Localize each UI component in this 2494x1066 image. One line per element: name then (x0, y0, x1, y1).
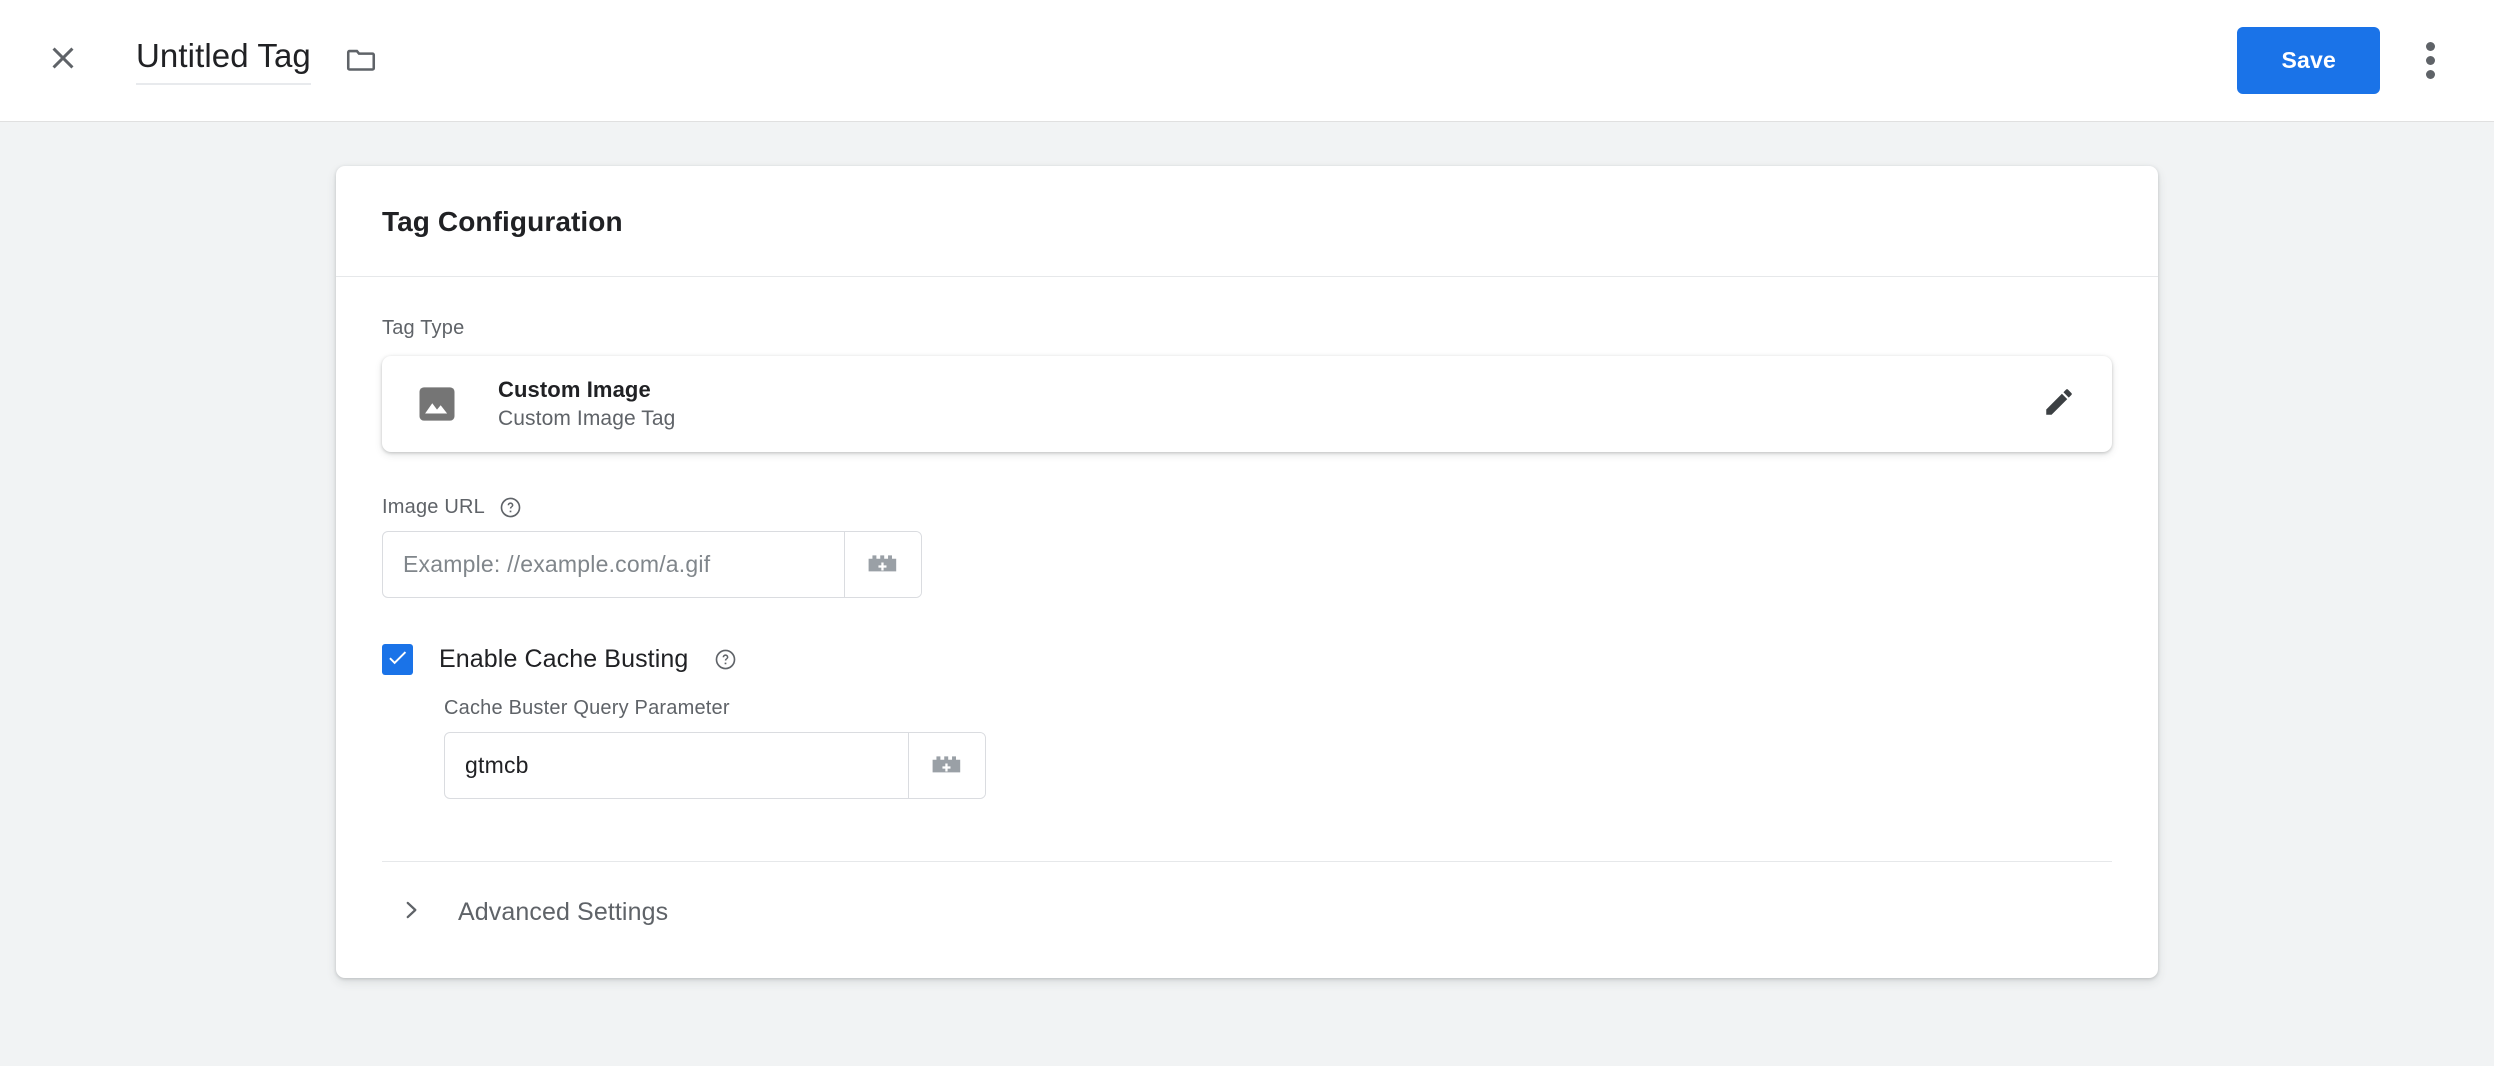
cache-buster-param-field: Cache Buster Query Parameter (444, 697, 2112, 799)
image-icon (416, 383, 458, 425)
enable-cache-busting-row[interactable]: Enable Cache Busting (382, 644, 2112, 675)
pencil-icon (2042, 385, 2076, 424)
close-icon (45, 40, 81, 81)
cache-buster-param-label: Cache Buster Query Parameter (444, 697, 730, 719)
chevron-right-icon (398, 897, 424, 928)
tag-title-group: Untitled Tag (136, 36, 383, 85)
tag-type-label: Tag Type (382, 317, 465, 339)
folder-icon (344, 42, 378, 81)
image-url-label: Image URL (382, 496, 485, 518)
image-url-variable-button[interactable] (844, 532, 921, 597)
app-bar: Untitled Tag Save (0, 0, 2494, 122)
cache-buster-param-input-row (444, 732, 986, 799)
checkmark-icon (386, 646, 409, 674)
card-body: Tag Type Custom Image Custom Image Tag I… (336, 277, 2158, 978)
cache-buster-variable-button[interactable] (908, 733, 985, 798)
help-circle-icon[interactable] (499, 496, 522, 519)
tag-type-description: Custom Image Tag (498, 407, 676, 430)
cache-buster-param-input[interactable] (445, 733, 908, 798)
edit-tag-type-button[interactable] (2032, 377, 2086, 431)
more-options-button[interactable] (2402, 33, 2458, 89)
page-content: Tag Configuration Tag Type Custom Image … (0, 122, 2494, 978)
tag-type-text: Custom Image Custom Image Tag (498, 377, 675, 431)
page-title: Tag Configuration (382, 206, 623, 237)
insert-variable-icon (929, 749, 965, 782)
image-url-input[interactable] (383, 532, 844, 597)
image-url-label-row: Image URL (382, 496, 2112, 519)
image-url-input-row (382, 531, 922, 598)
card-header: Tag Configuration (336, 166, 2158, 277)
more-vert-icon (2425, 42, 2435, 79)
help-circle-icon[interactable] (714, 648, 737, 671)
app-bar-actions: Save (2237, 27, 2458, 94)
save-button[interactable]: Save (2237, 27, 2380, 94)
advanced-settings-label: Advanced Settings (458, 898, 669, 926)
image-url-field: Image URL (382, 496, 2112, 598)
tag-name-input[interactable]: Untitled Tag (136, 36, 311, 85)
tag-type-name: Custom Image (498, 377, 651, 402)
enable-cache-busting-label[interactable]: Enable Cache Busting (439, 645, 688, 674)
folder-button[interactable] (339, 40, 383, 84)
insert-variable-icon (865, 548, 901, 581)
tag-configuration-card: Tag Configuration Tag Type Custom Image … (336, 166, 2158, 978)
close-button[interactable] (34, 32, 92, 90)
tag-type-selector[interactable]: Custom Image Custom Image Tag (382, 356, 2112, 452)
enable-cache-busting-checkbox[interactable] (382, 644, 413, 675)
advanced-settings-toggle[interactable]: Advanced Settings (382, 862, 2112, 978)
